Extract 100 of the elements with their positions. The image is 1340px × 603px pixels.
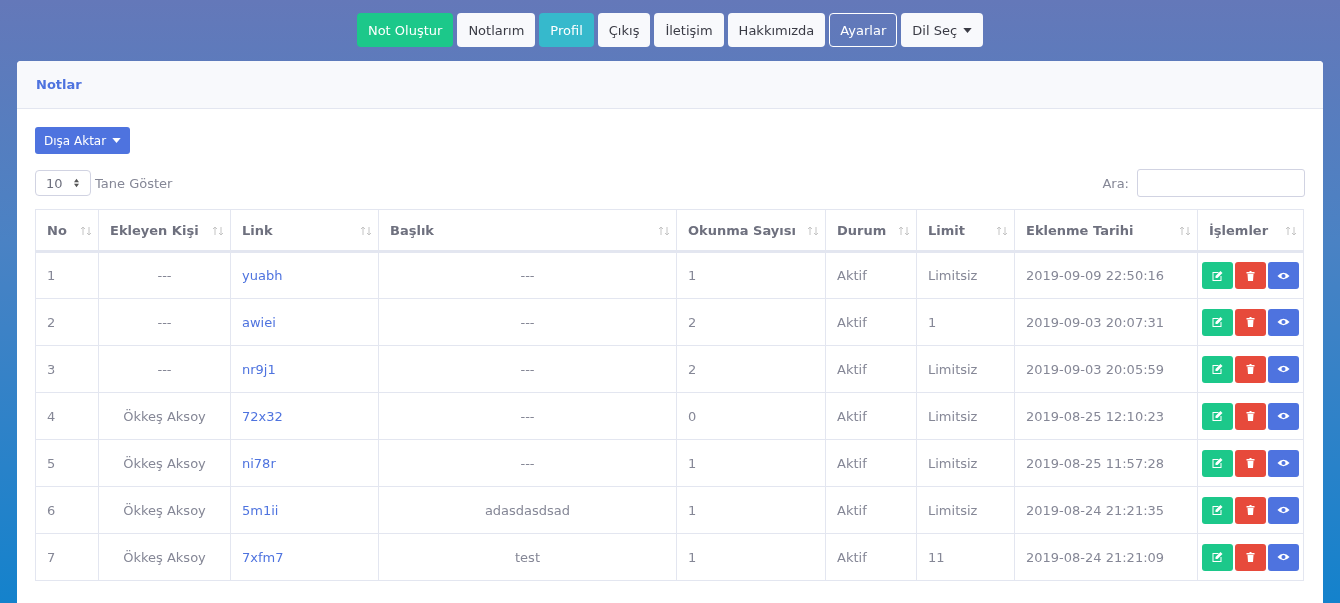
delete-button[interactable]	[1235, 449, 1266, 477]
edit-button[interactable]	[1202, 496, 1233, 524]
trash-icon	[1244, 457, 1257, 469]
nav-button[interactable]: Notlarım	[457, 13, 536, 47]
nav-button[interactable]: Çıkış	[597, 13, 651, 47]
search-label: Ara:	[1102, 175, 1129, 191]
table-cell: Limitsiz	[928, 502, 978, 518]
page-size-select[interactable]: 10	[35, 170, 91, 196]
view-button[interactable]	[1268, 543, 1299, 571]
delete-button[interactable]	[1235, 496, 1266, 524]
column-header[interactable]: Başlık	[378, 209, 677, 252]
table-cell: 1	[688, 502, 697, 518]
column-header[interactable]: Limit	[916, 209, 1015, 252]
language-dropdown-button[interactable]: Dil Seç	[901, 13, 984, 47]
note-link[interactable]: 5m1ii	[242, 502, 279, 518]
search-field[interactable]	[1137, 169, 1305, 197]
delete-button[interactable]	[1235, 543, 1266, 571]
sort-icon	[807, 226, 819, 236]
note-link[interactable]: 72x32	[242, 408, 283, 424]
delete-button[interactable]	[1235, 402, 1266, 430]
edit-button[interactable]	[1202, 543, 1233, 571]
table-cell: 1	[688, 549, 697, 565]
column-header[interactable]: İşlemler	[1197, 209, 1304, 252]
column-header[interactable]: No	[35, 209, 99, 252]
view-button[interactable]	[1268, 262, 1299, 289]
trash-icon	[1244, 316, 1257, 328]
note-link[interactable]: yuabh	[242, 268, 283, 283]
table-cell: Limitsiz	[928, 455, 978, 471]
sort-icon	[1179, 226, 1191, 236]
table-cell: ---	[520, 268, 535, 283]
table-cell: 2019-08-24 21:21:35	[1026, 502, 1165, 518]
trash-icon	[1244, 504, 1257, 516]
table-cell: 2019-09-03 20:05:59	[1026, 361, 1165, 377]
trash-icon	[1244, 363, 1257, 375]
table-cell: Limitsiz	[928, 268, 978, 283]
edit-icon	[1211, 269, 1224, 282]
trash-icon	[1244, 410, 1257, 422]
table-cell: 2	[47, 314, 56, 330]
sort-icon	[1285, 226, 1297, 236]
edit-button[interactable]	[1202, 449, 1233, 477]
table-cell: Ökkeş Aksoy	[123, 455, 206, 471]
table-cell: ---	[157, 268, 172, 283]
table-cell: 5	[47, 455, 56, 471]
export-dropdown-button[interactable]: Dışa Aktar	[35, 127, 131, 154]
view-button[interactable]	[1268, 449, 1299, 477]
sort-icon	[898, 226, 910, 236]
table-cell: Limitsiz	[928, 361, 978, 377]
table-cell: 6	[47, 502, 56, 518]
table-cell: Aktif	[837, 502, 867, 518]
table-cell: ---	[520, 361, 535, 377]
sort-icon	[212, 226, 224, 236]
delete-button[interactable]	[1235, 308, 1266, 336]
view-button[interactable]	[1268, 496, 1299, 524]
table-cell: Ökkeş Aksoy	[123, 408, 206, 424]
sort-icon	[80, 226, 92, 236]
delete-button[interactable]	[1235, 355, 1266, 383]
table-cell: 2019-08-25 11:57:28	[1026, 455, 1165, 471]
note-link[interactable]: awiei	[242, 314, 276, 330]
edit-icon	[1211, 504, 1224, 516]
table-cell: Aktif	[837, 455, 867, 471]
edit-button[interactable]	[1202, 308, 1233, 336]
column-header[interactable]: Ekleyen Kişi	[98, 209, 231, 252]
column-header[interactable]: Eklenme Tarihi	[1014, 209, 1198, 252]
sort-icon	[360, 226, 372, 236]
eye-icon	[1277, 504, 1290, 516]
table-cell: 1	[928, 314, 937, 330]
sort-icon	[658, 226, 670, 236]
table-cell: 7	[47, 549, 56, 565]
note-link[interactable]: nr9j1	[242, 361, 276, 377]
table-cell: Aktif	[837, 268, 867, 283]
table-cell: 11	[928, 549, 945, 565]
edit-button[interactable]	[1202, 355, 1233, 383]
edit-button[interactable]	[1202, 402, 1233, 430]
view-button[interactable]	[1268, 402, 1299, 430]
table-cell: 4	[47, 408, 56, 424]
table-cell: test	[515, 549, 540, 565]
column-header[interactable]: Durum	[825, 209, 917, 252]
nav-button[interactable]: İletişim	[654, 13, 724, 47]
table-cell: ---	[520, 314, 535, 330]
table-cell: 1	[688, 455, 697, 471]
eye-icon	[1277, 457, 1290, 469]
table-cell: Aktif	[837, 549, 867, 565]
column-header[interactable]: Link	[230, 209, 379, 252]
note-link[interactable]: 7xfm7	[242, 549, 284, 565]
view-button[interactable]	[1268, 355, 1299, 383]
nav-button[interactable]: Ayarlar	[829, 13, 898, 47]
trash-icon	[1244, 269, 1257, 282]
column-header[interactable]: Okunma Sayısı	[676, 209, 826, 252]
edit-button[interactable]	[1202, 262, 1233, 289]
table-cell: 2019-09-09 22:50:16	[1026, 268, 1165, 283]
table-cell: 2019-08-25 12:10:23	[1026, 408, 1165, 424]
note-link[interactable]: ni78r	[242, 455, 276, 471]
table-cell: Aktif	[837, 361, 867, 377]
sort-icon	[996, 226, 1008, 236]
table-cell: ---	[520, 408, 535, 424]
view-button[interactable]	[1268, 308, 1299, 336]
nav-button[interactable]: Hakkımızda	[727, 13, 826, 47]
delete-button[interactable]	[1235, 262, 1266, 289]
edit-icon	[1211, 551, 1224, 563]
table-cell: Limitsiz	[928, 408, 978, 424]
